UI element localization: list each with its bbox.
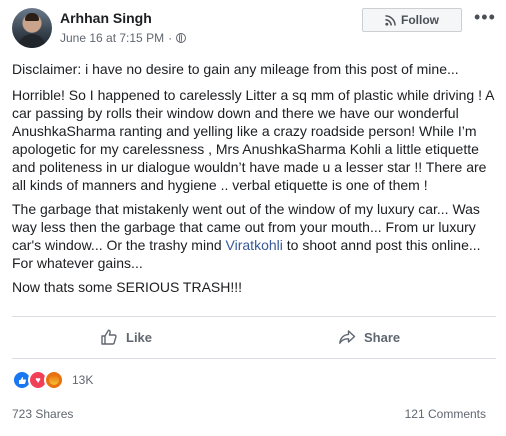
- share-count[interactable]: 723 Shares: [12, 407, 73, 421]
- share-label: Share: [364, 329, 401, 345]
- rss-icon: [385, 14, 396, 26]
- hashtag-link-viratkohli[interactable]: Viratkohli: [226, 237, 283, 253]
- reaction-summary[interactable]: ♥ 13K: [12, 370, 93, 390]
- facebook-post: Arhhan Singh June 16 at 7:15 PM · Follow…: [0, 0, 506, 436]
- angry-face-glyph: [49, 375, 59, 385]
- avatar-hair: [25, 13, 39, 21]
- post-paragraph-2: Horrible! So I happened to carelessly Li…: [12, 87, 494, 193]
- post-text: Disclaimer: i have no desire to gain any…: [12, 60, 496, 302]
- like-label: Like: [126, 329, 153, 345]
- share-button[interactable]: Share: [338, 326, 400, 348]
- avatar[interactable]: [12, 8, 52, 48]
- avatar-shoulders: [18, 34, 46, 48]
- divider: [12, 358, 496, 359]
- post-paragraph-3: The garbage that mistakenly went out of …: [12, 200, 496, 272]
- share-arrow-icon: [339, 330, 356, 344]
- follow-label: Follow: [401, 13, 439, 27]
- post-paragraph-1: Disclaimer: i have no desire to gain any…: [12, 61, 459, 77]
- globe-icon[interactable]: [176, 33, 187, 43]
- like-button[interactable]: Like: [100, 326, 152, 348]
- comment-count[interactable]: 121 Comments: [405, 407, 486, 421]
- thumbs-up-icon: [101, 329, 117, 345]
- divider: [12, 316, 496, 317]
- post-paragraph-4: Now thats some SERIOUS TRASH!!!: [12, 279, 243, 295]
- ellipsis-icon[interactable]: •••: [474, 8, 496, 26]
- angry-reaction-icon: [44, 370, 64, 390]
- follow-button[interactable]: Follow: [362, 8, 462, 32]
- post-meta: June 16 at 7:15 PM ·: [60, 31, 187, 45]
- meta-separator: ·: [168, 31, 173, 45]
- timestamp[interactable]: June 16 at 7:15 PM: [60, 31, 164, 45]
- reaction-count[interactable]: 13K: [72, 373, 93, 387]
- author-name[interactable]: Arhhan Singh: [60, 10, 152, 26]
